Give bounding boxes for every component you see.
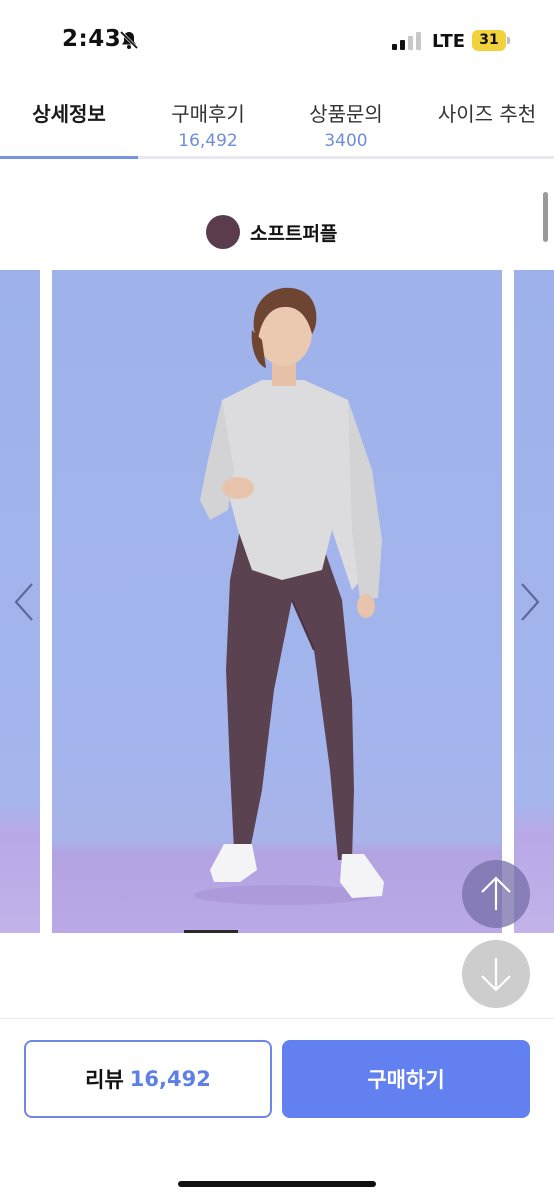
color-name: 소프트퍼플 [250,222,338,245]
review-count: 16,492 [129,1067,211,1091]
battery-tip [507,37,510,44]
tab-label: 상세정보 [32,102,106,126]
arrow-up-icon [481,876,511,910]
battery-icon: 31 [472,30,510,51]
status-time: 2:43 [62,26,122,52]
review-label: 리뷰 [85,1068,124,1092]
model-illustration [194,287,384,905]
tab-label: 구매후기 [171,102,245,126]
home-indicator[interactable] [178,1181,376,1187]
bottom-divider [0,1018,554,1019]
battery-level: 31 [472,30,506,51]
tab-inquiries[interactable]: 상품문의 3400 [278,88,414,158]
tab-label: 상품문의 [309,102,383,126]
color-option[interactable]: 소프트퍼플 [206,215,337,249]
tab-count: 16,492 [178,131,238,151]
tab-size-recommend[interactable]: 사이즈 추천 [420,88,554,158]
review-button[interactable]: 리뷰 16,492 [24,1040,272,1118]
product-image [52,270,502,933]
tab-details[interactable]: 상세정보 [0,88,138,158]
tab-label: 사이즈 추천 [437,102,537,126]
arrow-down-icon [481,958,511,992]
chevron-right-icon[interactable] [514,580,544,624]
buy-button[interactable]: 구매하기 [282,1040,530,1118]
color-swatch [206,215,240,249]
scroll-top-button[interactable] [462,860,530,928]
scroll-indicator [543,192,548,242]
signal-icon [392,32,421,50]
status-bar: 2:43 LTE 31 [0,0,554,80]
tab-reviews[interactable]: 구매후기 16,492 [138,88,278,158]
bell-muted-icon [119,30,139,50]
slide-indicator [184,930,238,933]
chevron-left-icon[interactable] [10,580,40,624]
tab-active-indicator [0,156,138,159]
scroll-bottom-button[interactable] [462,940,530,1008]
tab-count: 3400 [324,131,368,151]
network-label: LTE [432,31,466,52]
product-carousel[interactable] [0,270,554,935]
tab-bar: 상세정보 구매후기 16,492 상품문의 3400 사이즈 추천 [0,88,554,160]
buy-label: 구매하기 [367,1068,445,1092]
